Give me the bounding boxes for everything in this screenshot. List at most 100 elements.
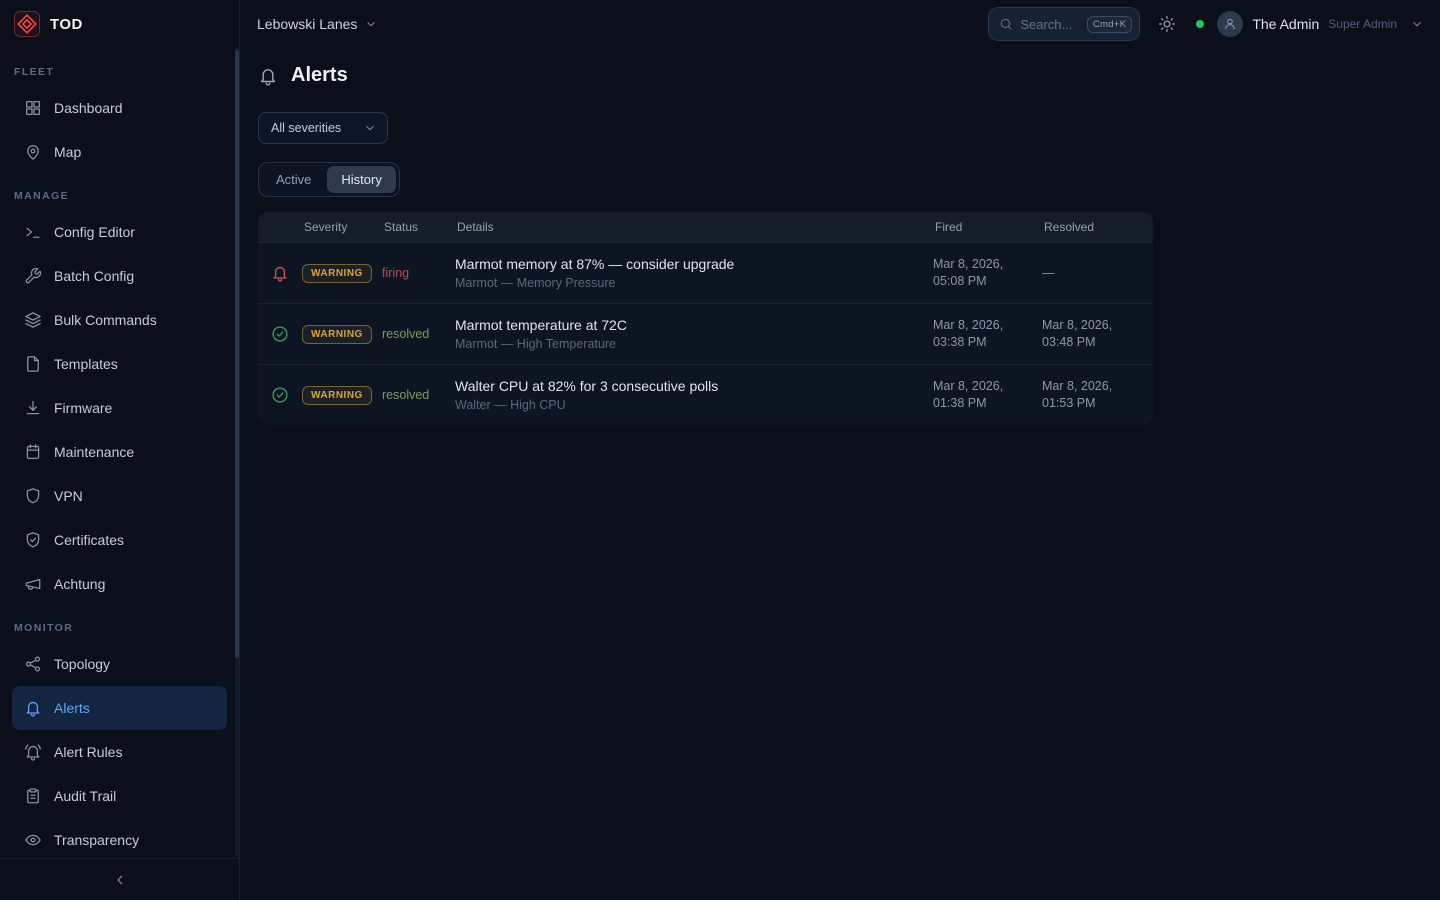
sidebar-item-achtung[interactable]: Achtung — [12, 562, 227, 606]
sidebar-item-label: Dashboard — [54, 100, 123, 116]
search-icon — [999, 17, 1013, 31]
search-shortcut-badge: Cmd+K — [1087, 16, 1132, 33]
alert-row[interactable]: WARNING resolved Marmot temperature at 7… — [258, 303, 1153, 364]
layers-icon — [24, 311, 42, 329]
chevron-down-icon — [364, 17, 378, 31]
sidebar-item-label: Alert Rules — [54, 744, 122, 760]
sidebar-scrollbar-thumb[interactable] — [235, 50, 239, 658]
wrench-icon — [24, 267, 42, 285]
sidebar-item-label: Bulk Commands — [54, 312, 157, 328]
main-area: Lebowski Lanes Search... Cmd+K The Admin… — [240, 0, 1440, 900]
sidebar-item-firmware[interactable]: Firmware — [12, 386, 227, 430]
org-selector[interactable]: Lebowski Lanes — [257, 16, 378, 32]
sidebar-item-label: Topology — [54, 656, 110, 672]
bell-icon — [258, 66, 278, 86]
avatar — [1217, 11, 1243, 37]
fired-time: Mar 8, 2026, 03:38 PM — [933, 317, 1042, 351]
sidebar-item-bulk-commands[interactable]: Bulk Commands — [12, 298, 227, 342]
eye-icon — [24, 831, 42, 849]
sidebar-item-label: VPN — [54, 488, 83, 504]
sidebar-item-templates[interactable]: Templates — [12, 342, 227, 386]
chevron-down-icon — [1410, 17, 1424, 31]
severity-filter-value: All severities — [271, 121, 341, 135]
app-name: TOD — [50, 16, 83, 33]
topbar: Lebowski Lanes Search... Cmd+K The Admin… — [240, 0, 1440, 48]
chevron-left-icon — [112, 872, 128, 888]
column-severity: Severity — [302, 220, 382, 234]
sidebar-section-label-manage: MANAGE — [14, 190, 225, 202]
sidebar-item-label: Transparency — [54, 832, 139, 848]
alerts-table-header: Severity Status Details Fired Resolved — [258, 212, 1153, 242]
sidebar-item-alerts[interactable]: Alerts — [12, 686, 227, 730]
topbar-right: Search... Cmd+K The Admin Super Admin — [988, 7, 1424, 41]
fired-time: Mar 8, 2026, 01:38 PM — [933, 378, 1042, 412]
sidebar-item-certificates[interactable]: Certificates — [12, 518, 227, 562]
bell-ring-icon — [24, 743, 42, 761]
sidebar-item-label: Audit Trail — [54, 788, 116, 804]
sidebar-item-label: Firmware — [54, 400, 112, 416]
sidebar-item-vpn[interactable]: VPN — [12, 474, 227, 518]
sidebar-nav: FLEET Dashboard Map MANAGE — [0, 48, 239, 858]
sun-icon — [1158, 15, 1176, 33]
tab-history[interactable]: History — [327, 166, 395, 193]
sidebar-section-fleet: Dashboard Map — [12, 86, 227, 174]
sidebar-item-maintenance[interactable]: Maintenance — [12, 430, 227, 474]
app-root: TOD FLEET Dashboard Map MANAGE — [0, 0, 1440, 900]
sidebar-item-transparency[interactable]: Transparency — [12, 818, 227, 858]
alert-title: Marmot temperature at 72C — [455, 317, 919, 333]
sidebar-section-label-monitor: MONITOR — [14, 622, 225, 634]
sidebar-item-map[interactable]: Map — [12, 130, 227, 174]
severity-filter-dropdown[interactable]: All severities — [258, 112, 388, 144]
search-placeholder: Search... — [1020, 17, 1080, 32]
app-logo-icon — [14, 11, 40, 37]
alerts-tabs: Active History — [258, 162, 400, 197]
bell-icon — [271, 264, 289, 282]
sidebar-item-batch-config[interactable]: Batch Config — [12, 254, 227, 298]
calendar-icon — [24, 443, 42, 461]
column-resolved: Resolved — [1042, 220, 1153, 234]
sidebar-item-alert-rules[interactable]: Alert Rules — [12, 730, 227, 774]
sidebar-header: TOD — [0, 0, 239, 48]
alert-subtitle: Walter — High CPU — [455, 398, 919, 412]
sidebar-item-label: Config Editor — [54, 224, 135, 240]
sidebar-item-label: Alerts — [54, 700, 90, 716]
user-menu[interactable]: The Admin Super Admin — [1217, 11, 1424, 37]
user-icon — [1223, 17, 1237, 31]
sidebar-collapse-button[interactable] — [105, 865, 135, 895]
sidebar-item-dashboard[interactable]: Dashboard — [12, 86, 227, 130]
sidebar-section-label-fleet: FLEET — [14, 66, 225, 78]
terminal-icon — [24, 223, 42, 241]
severity-badge: WARNING — [302, 264, 372, 283]
tab-active[interactable]: Active — [262, 166, 325, 193]
alert-row[interactable]: WARNING resolved Walter CPU at 82% for 3… — [258, 364, 1153, 425]
sidebar-item-audit-trail[interactable]: Audit Trail — [12, 774, 227, 818]
check-circle-icon — [271, 386, 289, 404]
org-selector-label: Lebowski Lanes — [257, 16, 357, 32]
sidebar-item-topology[interactable]: Topology — [12, 642, 227, 686]
user-role-badge: Super Admin — [1328, 17, 1397, 31]
content: Alerts All severities Active History Sev… — [240, 48, 1440, 900]
topology-icon — [24, 655, 42, 673]
sidebar-item-label: Achtung — [54, 576, 105, 592]
severity-badge: WARNING — [302, 325, 372, 344]
sidebar-section-manage: Config Editor Batch Config Bulk Commands — [12, 210, 227, 606]
sidebar-scrollbar[interactable] — [235, 48, 239, 856]
shield-icon — [24, 487, 42, 505]
user-name: The Admin — [1252, 16, 1319, 32]
sidebar-item-label: Map — [54, 144, 81, 160]
search-input[interactable]: Search... Cmd+K — [988, 7, 1140, 41]
sidebar-item-label: Maintenance — [54, 444, 134, 460]
page-title: Alerts — [291, 64, 348, 87]
theme-toggle-button[interactable] — [1152, 9, 1182, 39]
sidebar-item-label: Certificates — [54, 532, 124, 548]
clipboard-icon — [24, 787, 42, 805]
alerts-table: Severity Status Details Fired Resolved W… — [258, 212, 1153, 425]
alert-row[interactable]: WARNING firing Marmot memory at 87% — co… — [258, 242, 1153, 303]
sidebar-footer — [0, 858, 239, 900]
resolved-time: — — [1042, 265, 1153, 282]
sidebar-item-config-editor[interactable]: Config Editor — [12, 210, 227, 254]
alerts-table-body: WARNING firing Marmot memory at 87% — co… — [258, 242, 1153, 425]
badge-check-icon — [24, 531, 42, 549]
alert-title: Walter CPU at 82% for 3 consecutive poll… — [455, 378, 919, 394]
status-text: firing — [382, 266, 455, 280]
